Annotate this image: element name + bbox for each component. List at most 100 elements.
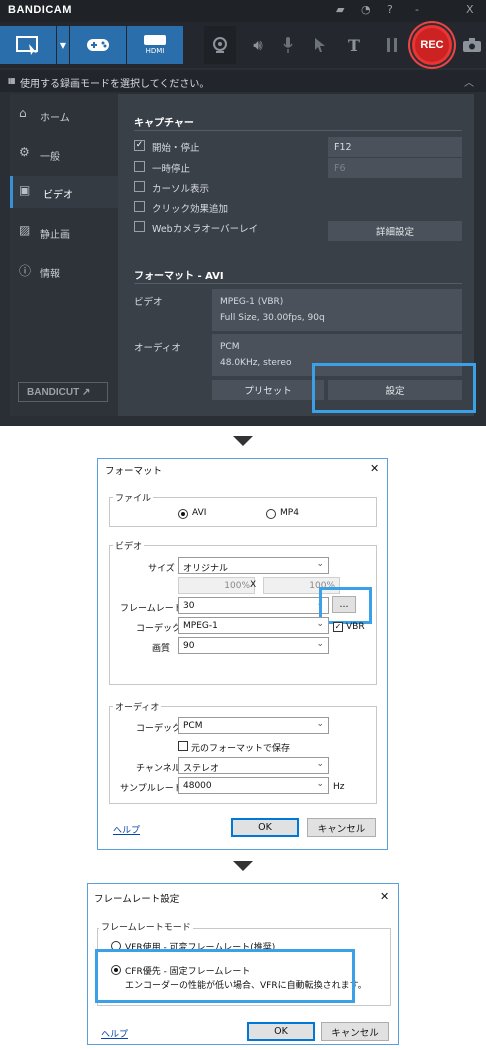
close-icon[interactable]: ✕ — [380, 890, 389, 903]
info-icon: ⓘ — [19, 264, 32, 278]
size-select[interactable]: オリジナル ⌄ — [178, 557, 329, 574]
chevron-down-icon: ⌄ — [316, 559, 324, 569]
video-codec-text: MPEG-1 (VBR) — [220, 297, 284, 307]
framerate-label: フレームレート — [120, 604, 183, 614]
folder-icon[interactable]: ▰ — [336, 3, 344, 16]
image-icon: ▨ — [19, 223, 31, 237]
help-icon[interactable]: ? — [387, 3, 393, 16]
quality-select[interactable]: 90 ⌄ — [178, 637, 329, 654]
text-overlay-icon[interactable]: T — [340, 30, 368, 60]
quality-label: 画質 — [152, 644, 171, 654]
codec-value: MPEG-1 — [183, 621, 218, 631]
webcam-button[interactable] — [204, 26, 236, 64]
format-dialog-title: フォーマット — [105, 466, 163, 477]
start-stop-hotkey-field[interactable]: F12 — [328, 137, 462, 157]
down-arrow-icon — [233, 861, 253, 871]
video-format-label: ビデオ — [134, 297, 163, 308]
speaker-icon[interactable]: 🔊︎ — [244, 30, 272, 60]
pause-label: 一時停止 — [152, 164, 191, 175]
start-stop-checkbox[interactable]: ✓ — [134, 140, 145, 151]
framerate-mode-group-label: フレームレートモード — [99, 920, 193, 933]
mp4-label: MP4 — [280, 508, 299, 518]
capture-section-title: キャプチャー — [134, 118, 194, 129]
collapse-icon[interactable]: ︿ — [464, 74, 474, 89]
cancel-button[interactable]: キャンセル — [307, 818, 376, 837]
game-mode-button[interactable] — [70, 26, 126, 64]
quality-value: 90 — [183, 641, 195, 651]
camera-icon[interactable] — [458, 30, 486, 60]
sidebar-item-label: ホーム — [40, 113, 70, 124]
pause-icon[interactable] — [378, 30, 406, 60]
cursor-effect-icon[interactable] — [306, 30, 334, 60]
divider — [134, 130, 462, 131]
webcam-icon — [213, 37, 227, 53]
ok-button[interactable]: OK — [247, 1022, 315, 1041]
hz-label: Hz — [333, 782, 345, 792]
ok-button[interactable]: OK — [231, 818, 299, 837]
size-value: オリジナル — [183, 564, 229, 574]
audio-codec-label: コーデック — [136, 724, 182, 734]
keep-format-label: 元のフォーマットで保存 — [191, 744, 291, 754]
video-format-box: MPEG-1 (VBR) Full Size, 30.00fps, 90q — [212, 289, 462, 331]
avi-radio[interactable] — [178, 509, 188, 519]
cursor-label: カーソル表示 — [152, 184, 210, 195]
vbr-checkbox[interactable]: ✓ — [333, 622, 343, 632]
width-percent-field[interactable]: 100% — [178, 577, 255, 594]
gamepad-icon — [87, 39, 109, 51]
codec-label: コーデック — [136, 624, 182, 634]
pause-checkbox[interactable] — [134, 161, 145, 172]
sidebar-item-label: ビデオ — [43, 190, 73, 201]
screen-select-icon — [16, 36, 38, 55]
mode-dropdown-button[interactable]: ▼ — [57, 26, 69, 64]
minimize-icon[interactable]: - — [415, 3, 419, 16]
sidebar-item-label: 一般 — [40, 152, 60, 163]
cancel-button[interactable]: キャンセル — [321, 1022, 389, 1041]
codec-select[interactable]: MPEG-1 ⌄ — [178, 617, 329, 634]
app-logo: BANDICAM — [8, 4, 72, 16]
screen-mode-button[interactable] — [0, 26, 56, 64]
chevron-down-icon: ⌄ — [316, 639, 324, 649]
device-mode-button[interactable]: HDMI — [127, 26, 183, 64]
pause-hotkey-field[interactable]: F6 — [328, 158, 462, 178]
cursor-checkbox[interactable] — [134, 181, 145, 192]
samplerate-select[interactable]: 48000 ⌄ — [178, 777, 329, 794]
help-link[interactable]: ヘルプ — [101, 1027, 128, 1040]
gear-icon: ⚙ — [19, 145, 30, 159]
audio-codec-select[interactable]: PCM ⌄ — [178, 717, 329, 734]
chevron-down-icon: ▼ — [59, 40, 67, 50]
video-group-label: ビデオ — [113, 539, 145, 552]
start-stop-label: 開始・停止 — [152, 143, 200, 154]
close-icon[interactable]: X — [466, 3, 474, 16]
title-bar — [0, 0, 486, 22]
help-link[interactable]: ヘルプ — [113, 823, 140, 836]
video-icon: ▣ — [19, 183, 31, 197]
channel-value: ステレオ — [183, 764, 220, 774]
keep-format-checkbox[interactable] — [178, 741, 188, 751]
highlight-frame — [95, 949, 355, 1003]
chevron-down-icon: ⌄ — [316, 759, 324, 769]
click-effect-checkbox[interactable] — [134, 201, 145, 212]
hdmi-icon — [144, 35, 166, 45]
clock-icon[interactable]: ◔ — [361, 3, 371, 16]
record-button[interactable]: REC — [412, 25, 452, 65]
microphone-icon[interactable] — [274, 30, 302, 60]
x-label: X — [250, 580, 257, 590]
click-effect-label: クリック効果追加 — [152, 204, 229, 215]
preset-button[interactable]: プリセット — [212, 380, 324, 400]
close-icon[interactable]: ✕ — [370, 462, 379, 475]
bandicut-link[interactable]: BANDICUT ↗ — [18, 382, 108, 402]
audio-codec-text: PCM — [220, 342, 240, 352]
sidebar-item-label: 情報 — [40, 269, 60, 280]
video-detail-text: Full Size, 30.00fps, 90q — [220, 313, 325, 323]
chevron-down-icon: ⌄ — [316, 719, 324, 729]
framerate-select[interactable]: 30 ⌄ — [178, 597, 329, 614]
channel-label: チャンネル — [136, 764, 181, 774]
grid-icon: ▦ — [8, 76, 16, 85]
audio-group-label: オーディオ — [113, 700, 162, 713]
audio-codec-value: PCM — [183, 721, 203, 731]
framerate-value: 30 — [183, 601, 195, 611]
channel-select[interactable]: ステレオ ⌄ — [178, 757, 329, 774]
advanced-settings-button[interactable]: 詳細設定 — [328, 221, 462, 241]
mp4-radio[interactable] — [266, 509, 276, 519]
webcam-overlay-checkbox[interactable] — [134, 221, 145, 232]
